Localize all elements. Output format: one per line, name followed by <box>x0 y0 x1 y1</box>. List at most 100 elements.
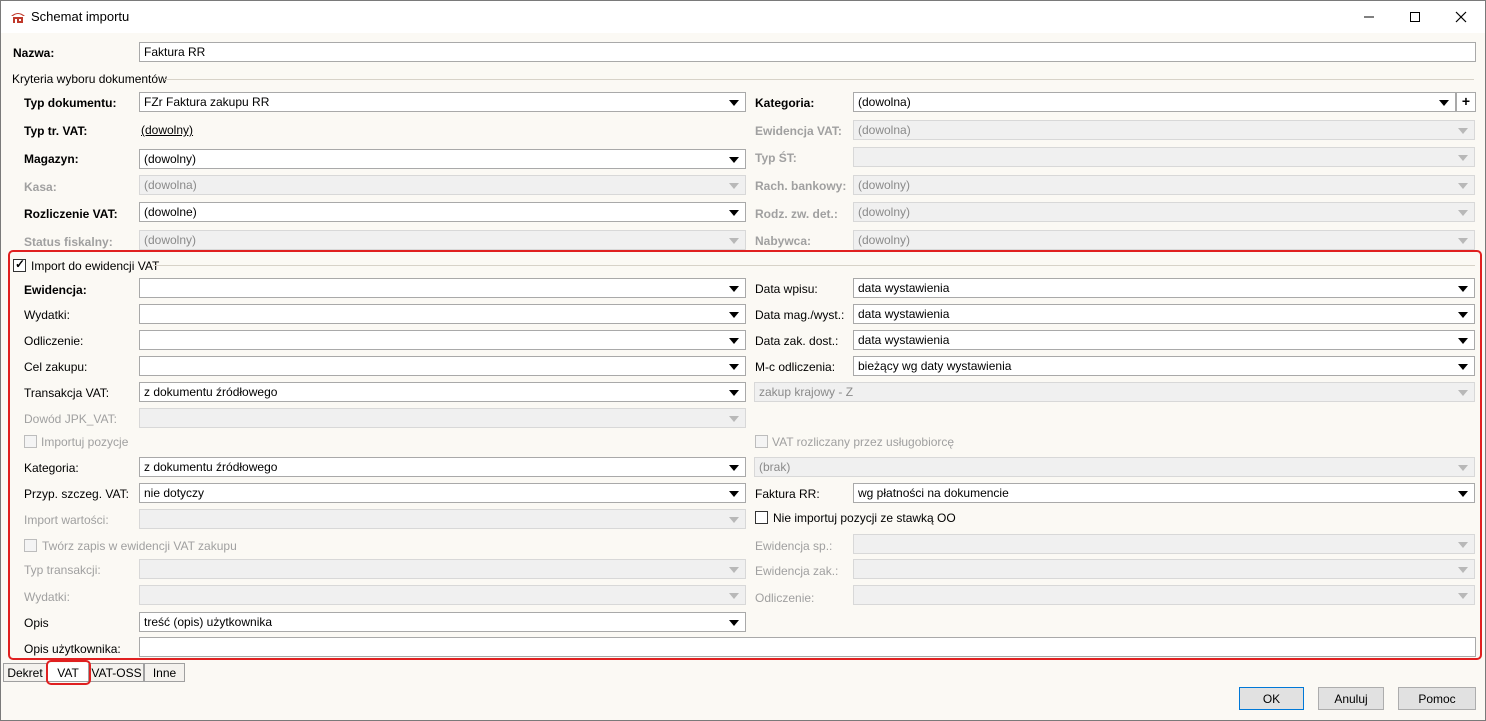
user-description-label: Opis użytkownika: <box>24 642 121 656</box>
deduction-select[interactable] <box>139 330 746 350</box>
skip-oo-rate-checkbox[interactable] <box>755 511 768 524</box>
value-import-select[interactable] <box>139 509 746 529</box>
transaction-type-select[interactable] <box>139 559 746 579</box>
criteria-divider <box>164 79 1474 80</box>
chevron-down-icon <box>729 567 739 573</box>
value-import-label: Import wartości: <box>24 513 109 527</box>
purchase-register-select[interactable] <box>853 559 1475 579</box>
chevron-down-icon <box>729 465 739 471</box>
chevron-down-icon <box>729 416 739 422</box>
chevron-down-icon <box>1458 286 1468 292</box>
user-description-input[interactable] <box>139 637 1476 657</box>
vat-register-label: Ewidencja VAT: <box>755 124 842 138</box>
deduction-label: Odliczenie: <box>24 334 84 348</box>
tab-inne[interactable]: Inne <box>144 663 185 682</box>
name-input[interactable]: Faktura RR <box>139 42 1476 62</box>
service-recipient-vat-label: VAT rozliczany przez usługobiorcę <box>772 435 955 449</box>
tab-vat-oss[interactable]: VAT-OSS <box>89 663 144 682</box>
warehouse-select[interactable]: (dowolny) <box>139 149 746 169</box>
maximize-icon[interactable] <box>1392 1 1438 33</box>
vat-category-select[interactable]: z dokumentu źródłowego <box>139 457 746 477</box>
add-category-button[interactable]: + <box>1456 92 1476 112</box>
vat-settlement-select[interactable]: (dowolne) <box>139 202 746 222</box>
chevron-down-icon <box>729 364 739 370</box>
tab-dekret[interactable]: Dekret <box>3 663 47 682</box>
window-title: Schemat importu <box>31 9 130 24</box>
import-vat-divider <box>153 265 1475 266</box>
warehouse-label: Magazyn: <box>24 152 79 166</box>
vat-category-label: Kategoria: <box>24 461 79 475</box>
chevron-down-icon <box>729 286 739 292</box>
cash-register-select[interactable]: (dowolna) <box>139 175 746 195</box>
deduction-2-label: Odliczenie: <box>755 591 815 605</box>
import-vat-checkbox[interactable]: ✓ <box>13 257 26 272</box>
category-none-select[interactable]: (brak) <box>754 457 1475 477</box>
fixed-asset-type-label: Typ ŚT: <box>755 151 797 165</box>
chevron-down-icon <box>1458 338 1468 344</box>
bank-account-select[interactable]: (dowolny) <box>853 175 1475 195</box>
special-vat-case-label: Przyp. szczeg. VAT: <box>24 487 129 501</box>
fixed-asset-type-select[interactable] <box>853 147 1475 167</box>
import-items-checkbox[interactable] <box>24 435 37 448</box>
chevron-down-icon <box>729 390 739 396</box>
help-button[interactable]: Pomoc <box>1398 687 1476 710</box>
fiscal-status-select[interactable]: (dowolny) <box>139 230 746 250</box>
special-vat-case-select[interactable]: nie dotyczy <box>139 483 746 503</box>
domestic-purchase-select[interactable]: zakup krajowy - Z <box>754 382 1475 402</box>
bank-account-label: Rach. bankowy: <box>755 179 847 193</box>
chevron-down-icon <box>1458 312 1468 318</box>
buyer-select[interactable]: (dowolny) <box>853 230 1475 250</box>
category-select[interactable]: (dowolna) <box>853 92 1456 112</box>
vat-transaction-select[interactable]: z dokumentu źródłowego <box>139 382 746 402</box>
create-vat-entry-checkbox[interactable] <box>24 539 37 552</box>
chevron-down-icon <box>1458 465 1468 471</box>
chevron-down-icon <box>729 157 739 163</box>
chevron-down-icon <box>1458 364 1468 370</box>
doc-type-select[interactable]: FZr Faktura zakupu RR <box>139 92 746 112</box>
entry-date-select[interactable]: data wystawienia <box>853 278 1475 298</box>
create-vat-entry-label: Twórz zapis w ewidencji VAT zakupu <box>42 539 237 553</box>
chevron-down-icon <box>729 210 739 216</box>
service-recipient-vat-checkbox[interactable] <box>755 435 768 448</box>
ok-button[interactable]: OK <box>1239 687 1304 710</box>
chevron-down-icon <box>729 491 739 497</box>
chevron-down-icon <box>1458 183 1468 189</box>
retail-return-type-select[interactable]: (dowolny) <box>853 202 1475 222</box>
cancel-button[interactable]: Anuluj <box>1318 687 1384 710</box>
deduction-month-label: M-c odliczenia: <box>755 360 836 374</box>
rr-invoice-select[interactable]: wg płatności na dokumencie <box>853 483 1475 503</box>
chevron-down-icon <box>729 238 739 244</box>
title-bar: Schemat importu <box>1 1 1485 33</box>
delivery-date-label: Data zak. dost.: <box>755 334 839 348</box>
vat-register-select[interactable]: (dowolna) <box>853 120 1475 140</box>
jpk-proof-select[interactable] <box>139 408 746 428</box>
import-vat-label: Import do ewidencji VAT <box>31 259 160 273</box>
jpk-proof-label: Dowód JPK_VAT: <box>24 412 117 426</box>
chevron-down-icon <box>729 517 739 523</box>
expenses-2-label: Wydatki: <box>24 590 70 604</box>
import-items-label: Importuj pozycje <box>41 435 129 449</box>
deduction-month-select[interactable]: bieżący wg daty wystawienia <box>853 356 1475 376</box>
retail-return-type-label: Rodz. zw. det.: <box>755 207 838 221</box>
expenses-select[interactable] <box>139 304 746 324</box>
register-label: Ewidencja: <box>24 283 87 297</box>
issue-date-select[interactable]: data wystawienia <box>853 304 1475 324</box>
close-icon[interactable] <box>1438 1 1484 33</box>
criteria-group-title: Kryteria wyboru dokumentów <box>12 72 167 86</box>
register-select[interactable] <box>139 278 746 298</box>
purchase-purpose-label: Cel zakupu: <box>24 360 88 374</box>
chevron-down-icon <box>1458 238 1468 244</box>
buyer-label: Nabywca: <box>755 234 812 248</box>
vat-tr-type-link[interactable]: (dowolny) <box>141 123 193 137</box>
vat-tab-highlight <box>46 660 91 685</box>
minimize-icon[interactable] <box>1346 1 1392 33</box>
delivery-date-select[interactable]: data wystawienia <box>853 330 1475 350</box>
sales-register-select[interactable] <box>853 534 1475 554</box>
rr-invoice-label: Faktura RR: <box>755 487 820 501</box>
deduction-2-select[interactable] <box>853 585 1475 605</box>
chevron-down-icon <box>729 338 739 344</box>
expenses-2-select[interactable] <box>139 585 746 605</box>
purchase-purpose-select[interactable] <box>139 356 746 376</box>
description-select[interactable]: treść (opis) użytkownika <box>139 612 746 632</box>
chevron-down-icon <box>1458 128 1468 134</box>
